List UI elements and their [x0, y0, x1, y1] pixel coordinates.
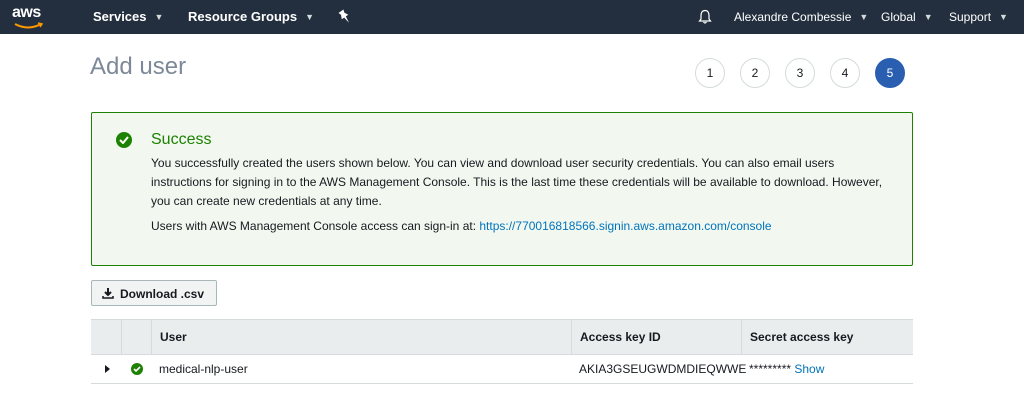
step-3[interactable]: 3	[785, 58, 815, 88]
download-icon	[102, 288, 114, 299]
account-name: Alexandre Combessie	[734, 10, 852, 24]
success-message: You successfully created the users shown…	[151, 156, 883, 208]
chevron-down-icon: ▼	[859, 12, 869, 22]
signin-info: Users with AWS Management Console access…	[151, 219, 772, 233]
chevron-down-icon: ▼	[923, 12, 933, 22]
pin-icon[interactable]	[338, 9, 352, 25]
resource-groups-menu[interactable]: Resource Groups ▼	[188, 0, 314, 34]
region-label: Global	[881, 10, 916, 24]
region-menu[interactable]: Global ▼	[881, 0, 933, 34]
download-csv-button[interactable]: Download .csv	[91, 280, 217, 306]
bell-icon[interactable]	[697, 9, 713, 25]
cell-secret-access-key: ********* Show	[741, 355, 824, 383]
page-title: Add user	[90, 53, 187, 80]
download-csv-label: Download .csv	[120, 287, 205, 301]
chevron-down-icon: ▼	[154, 12, 164, 22]
table-row: medical-nlp-user AKIA3GSEUGWDMDIEQWWE **…	[91, 355, 913, 384]
services-label: Services	[93, 9, 147, 24]
signin-prefix: Users with AWS Management Console access…	[151, 219, 480, 233]
table-header: User Access key ID Secret access key	[91, 319, 913, 355]
support-menu[interactable]: Support ▼	[949, 0, 1008, 34]
step-4[interactable]: 4	[830, 58, 860, 88]
signin-url-link[interactable]: https://770016818566.signin.aws.amazon.c…	[479, 219, 771, 233]
cell-user: medical-nlp-user	[159, 362, 248, 376]
success-alert: Success You successfully created the use…	[91, 112, 913, 266]
header-access-key-id[interactable]: Access key ID	[571, 320, 741, 355]
step-1[interactable]: 1	[695, 58, 725, 88]
aws-logo-text: aws	[12, 4, 41, 21]
caret-right-icon[interactable]	[103, 364, 111, 374]
header-status-col	[121, 320, 151, 355]
show-secret-link[interactable]: Show	[794, 362, 824, 376]
success-title: Success	[151, 131, 212, 148]
support-label: Support	[949, 10, 992, 24]
top-nav: aws Services ▼ Resource Groups ▼ Alexandre…	[0, 0, 1024, 34]
header-secret-access-key[interactable]: Secret access key	[741, 320, 913, 355]
step-5-active[interactable]: 5	[875, 58, 905, 88]
services-menu[interactable]: Services ▼	[93, 0, 163, 34]
chevron-down-icon: ▼	[305, 12, 315, 22]
header-expand-col	[91, 320, 121, 355]
step-2[interactable]: 2	[740, 58, 770, 88]
check-circle-icon	[116, 132, 132, 148]
chevron-down-icon: ▼	[999, 12, 1008, 22]
cell-access-key-id: AKIA3GSEUGWDMDIEQWWE	[579, 362, 747, 376]
account-menu[interactable]: Alexandre Combessie ▼	[734, 0, 868, 34]
aws-smile-icon	[14, 22, 44, 29]
header-user[interactable]: User	[151, 320, 571, 355]
resource-groups-label: Resource Groups	[188, 9, 298, 24]
success-status-icon	[131, 363, 143, 375]
aws-logo[interactable]: aws	[12, 4, 48, 30]
secret-masked: *********	[749, 362, 792, 376]
